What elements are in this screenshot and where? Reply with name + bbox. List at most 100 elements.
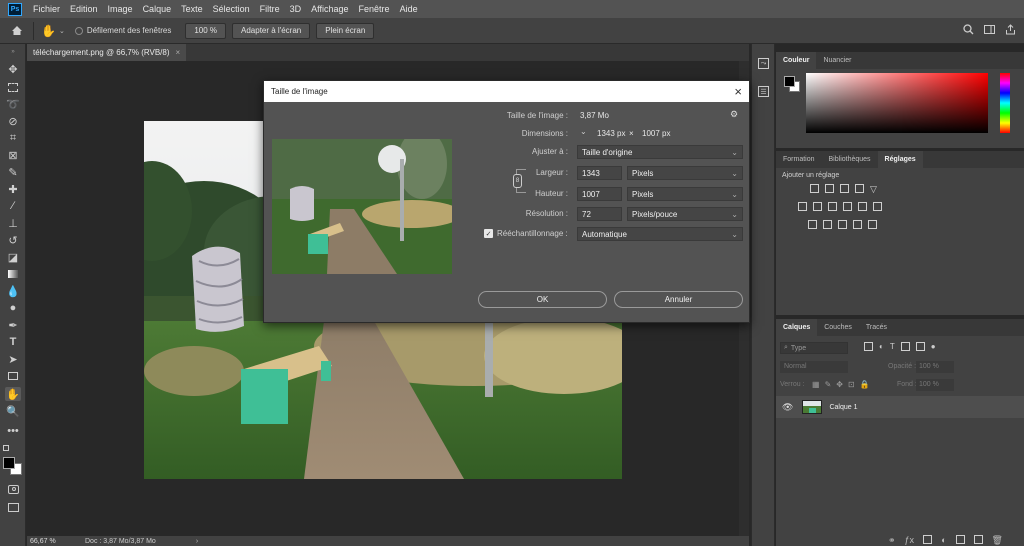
- panel-tab-1[interactable]: Nuancier: [816, 52, 858, 69]
- quick-select-tool-icon[interactable]: ⊘: [5, 114, 21, 128]
- panel-tab-0[interactable]: Calques: [776, 319, 818, 336]
- panel-tab-0[interactable]: Couleur: [776, 52, 817, 69]
- gradient-tool-icon[interactable]: [5, 267, 21, 281]
- lock-paint-icon[interactable]: ✎: [825, 380, 832, 389]
- blend-mode-select[interactable]: Normal: [780, 361, 848, 373]
- zoom-100-button[interactable]: 100 %: [185, 22, 227, 39]
- visibility-eye-icon[interactable]: 👁: [782, 402, 793, 413]
- dialog-preview-image[interactable]: [272, 139, 452, 274]
- hue-saturation-icon[interactable]: [798, 202, 807, 211]
- document-tab[interactable]: téléchargement.png @ 66,7% (RVB/8) ×: [27, 44, 187, 61]
- layer-filter-select[interactable]: ⌕ Type: [780, 342, 848, 354]
- resolution-unit-select[interactable]: Pixels/pouce ⌄: [627, 207, 743, 221]
- pen-tool-icon[interactable]: ✒: [5, 318, 21, 332]
- clone-stamp-tool-icon[interactable]: ⊥: [5, 216, 21, 230]
- menu-item-9[interactable]: Fenêtre: [354, 0, 395, 18]
- cancel-button[interactable]: Annuler: [614, 291, 743, 308]
- zoom-level[interactable]: 66,67 %: [27, 538, 59, 545]
- close-icon[interactable]: ×: [734, 84, 742, 99]
- exposure-adjust-icon[interactable]: [855, 184, 864, 193]
- path-selection-tool-icon[interactable]: ➤: [5, 352, 21, 366]
- panel-tab-1[interactable]: Couches: [817, 319, 859, 336]
- color-fg-swatch[interactable]: [784, 76, 795, 87]
- quick-mask-icon[interactable]: [5, 482, 21, 496]
- new-adjustment-layer-icon[interactable]: ◐: [941, 535, 946, 546]
- color-lookup-icon[interactable]: [873, 202, 882, 211]
- close-tab-icon[interactable]: ×: [176, 48, 181, 57]
- dimensions-units-chevron[interactable]: ⌄: [580, 127, 587, 136]
- more-tools-icon[interactable]: •••: [5, 424, 21, 438]
- settings-gear-icon[interactable]: ⚙: [730, 109, 738, 120]
- collapse-arrows-icon[interactable]: »: [5, 48, 21, 56]
- zoom-tool-icon[interactable]: 🔍: [5, 404, 21, 418]
- screen-mode-icon[interactable]: [5, 500, 21, 514]
- photoshop-logo[interactable]: Ps: [8, 2, 22, 16]
- width-unit-select[interactable]: Pixels ⌄: [627, 166, 743, 180]
- layer-name[interactable]: Calque 1: [829, 404, 857, 411]
- menu-item-8[interactable]: Affichage: [306, 0, 353, 18]
- delete-layer-icon[interactable]: 🗑: [992, 535, 1003, 546]
- layer-row[interactable]: 👁 Calque 1: [776, 396, 1024, 418]
- status-arrow-icon[interactable]: ›: [196, 538, 198, 545]
- marquee-tool-icon[interactable]: [5, 80, 21, 94]
- lasso-tool-icon[interactable]: ➰: [5, 97, 21, 111]
- filter-toggle-icon[interactable]: ●: [931, 342, 936, 351]
- workspace-icon[interactable]: [984, 24, 995, 37]
- resample-checkbox[interactable]: ✓: [484, 229, 493, 238]
- hand-tool-icon[interactable]: ✋: [41, 24, 56, 38]
- channel-mixer-icon[interactable]: [858, 202, 867, 211]
- brightness-adjust-icon[interactable]: [810, 184, 819, 193]
- search-icon[interactable]: [963, 23, 974, 38]
- lock-position-icon[interactable]: ✥: [836, 380, 843, 389]
- opacity-field[interactable]: 100 %: [916, 361, 954, 373]
- layer-style-icon[interactable]: ƒx: [905, 535, 915, 546]
- crop-tool-icon[interactable]: ⌗: [5, 131, 21, 145]
- history-brush-tool-icon[interactable]: ↺: [5, 233, 21, 247]
- hand-tool-icon[interactable]: ✋: [5, 387, 21, 401]
- menu-item-5[interactable]: Sélection: [208, 0, 255, 18]
- black-white-icon[interactable]: [828, 202, 837, 211]
- hue-slider[interactable]: [1000, 73, 1010, 133]
- frame-tool-icon[interactable]: ⊠: [5, 148, 21, 162]
- menu-item-0[interactable]: Fichier: [28, 0, 65, 18]
- filter-shape-icon[interactable]: [900, 342, 910, 351]
- chevron-down-icon[interactable]: ⌄: [59, 27, 65, 35]
- height-input[interactable]: 1007: [577, 187, 622, 201]
- foreground-color-swatch[interactable]: [3, 457, 15, 469]
- healing-brush-tool-icon[interactable]: ✚: [5, 182, 21, 196]
- layer-mask-icon[interactable]: [923, 535, 933, 544]
- curves-adjust-icon[interactable]: [840, 184, 849, 193]
- menu-item-4[interactable]: Texte: [176, 0, 208, 18]
- rectangle-tool-icon[interactable]: [5, 369, 21, 383]
- filter-type-icon[interactable]: T: [890, 342, 895, 351]
- menu-item-3[interactable]: Calque: [138, 0, 177, 18]
- resolution-input[interactable]: 72: [577, 207, 622, 221]
- panel-tab-0[interactable]: Formation: [776, 151, 822, 168]
- menu-item-1[interactable]: Edition: [65, 0, 103, 18]
- photo-filter-icon[interactable]: [843, 202, 852, 211]
- width-input[interactable]: 1343: [577, 166, 622, 180]
- scroll-all-windows-checkbox[interactable]: [74, 26, 83, 35]
- properties-panel-icon[interactable]: ☰: [758, 86, 769, 97]
- new-layer-icon[interactable]: [973, 535, 983, 544]
- new-group-icon[interactable]: [955, 535, 965, 544]
- home-icon[interactable]: [9, 23, 25, 39]
- menu-item-6[interactable]: Filtre: [255, 0, 285, 18]
- fill-screen-button[interactable]: Plein écran: [316, 22, 375, 39]
- posterize-icon[interactable]: [823, 220, 832, 229]
- brush-tool-icon[interactable]: ∕: [5, 199, 21, 213]
- threshold-icon[interactable]: [838, 220, 847, 229]
- fill-field[interactable]: 100 %: [916, 379, 954, 391]
- dodge-tool-icon[interactable]: ●: [5, 301, 21, 315]
- lock-all-icon[interactable]: 🔒: [860, 380, 870, 389]
- panel-tab-2[interactable]: Réglages: [877, 151, 923, 168]
- move-tool-icon[interactable]: ✥: [5, 62, 21, 76]
- default-colors-icon[interactable]: [3, 445, 9, 451]
- panel-tab-2[interactable]: Tracés: [859, 319, 894, 336]
- height-unit-select[interactable]: Pixels ⌄: [627, 187, 743, 201]
- color-spectrum-picker[interactable]: [806, 73, 988, 133]
- fit-to-select[interactable]: Taille d'origine ⌄: [577, 145, 743, 159]
- link-layers-icon[interactable]: ⚭: [888, 535, 896, 546]
- fit-screen-button[interactable]: Adapter à l'écran: [232, 22, 311, 39]
- resample-select[interactable]: Automatique ⌄: [577, 227, 743, 241]
